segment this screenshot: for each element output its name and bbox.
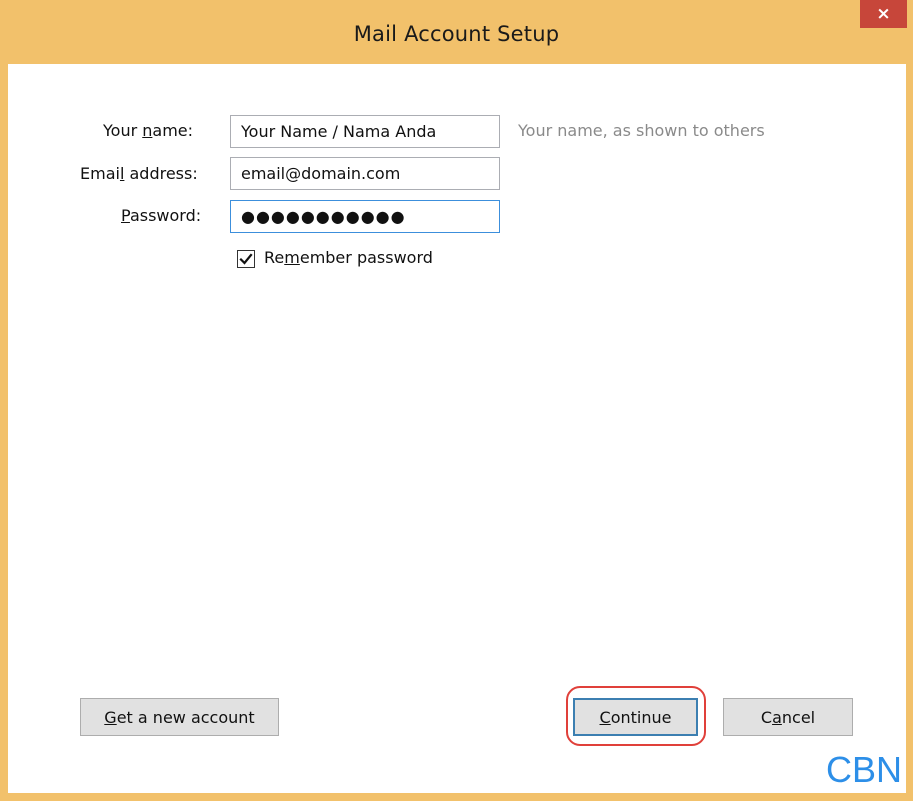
email-input-value: email@domain.com [241, 164, 401, 183]
name-hint: Your name, as shown to others [518, 121, 765, 140]
cbn-watermark: CBN [825, 749, 902, 790]
remember-password-checkbox[interactable] [237, 250, 255, 268]
mail-account-setup-window: Mail Account Setup × Your name: Your Nam… [0, 0, 913, 801]
name-input-value: Your Name / Nama Anda [241, 122, 437, 141]
password-input[interactable]: ●●●●●●●●●●● [230, 200, 500, 233]
dialog-body: Your name: Your Name / Nama Anda Your na… [8, 64, 906, 793]
name-input[interactable]: Your Name / Nama Anda [230, 115, 500, 148]
close-icon: × [876, 4, 891, 24]
window-title: Mail Account Setup [353, 22, 560, 46]
email-label: Email address: [80, 164, 198, 183]
password-input-value: ●●●●●●●●●●● [241, 207, 406, 226]
cancel-button[interactable]: Ca ncel [723, 698, 853, 736]
checkmark-icon [239, 253, 253, 265]
title-bar[interactable]: Mail Account Setup × [0, 0, 913, 70]
get-new-account-button[interactable]: Get a new account [80, 698, 279, 736]
name-label: Your name: [103, 121, 194, 140]
close-button[interactable]: × [860, 0, 907, 28]
continue-button[interactable]: Continue [573, 698, 698, 736]
password-label: Password: [121, 206, 202, 225]
email-input[interactable]: email@domain.com [230, 157, 500, 190]
remember-password-label[interactable]: Remember password [264, 248, 433, 267]
